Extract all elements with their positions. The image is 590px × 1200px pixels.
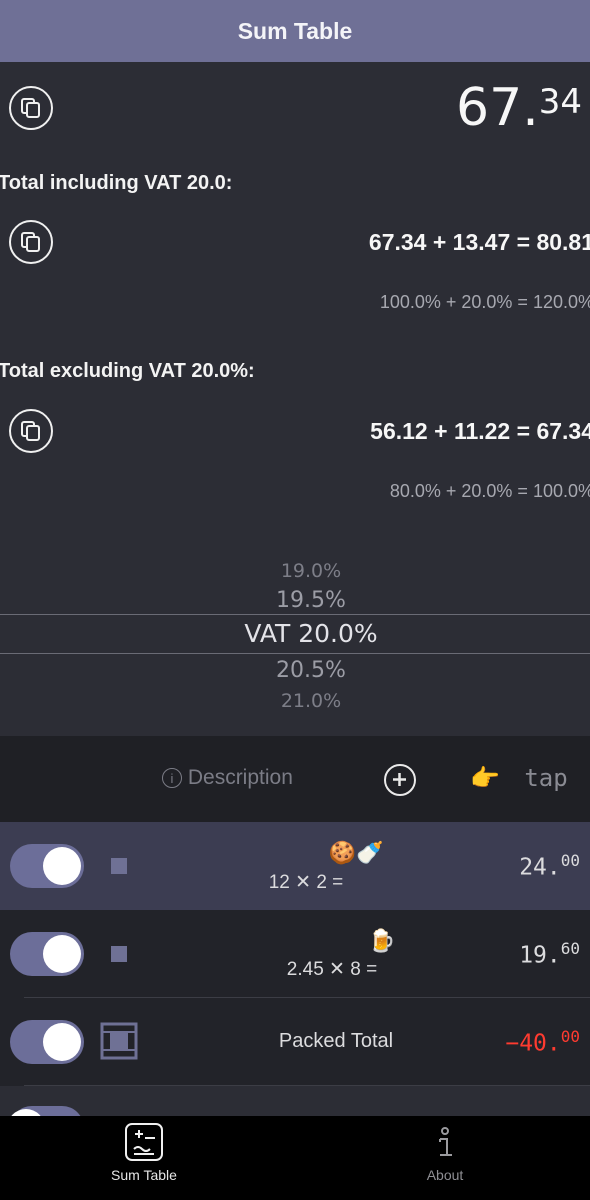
- vat-picker-selected[interactable]: VAT 20.0%: [0, 614, 590, 653]
- tab-sum-table[interactable]: Sum Table: [84, 1167, 204, 1183]
- pointing-hand-icon: 👉: [470, 764, 500, 792]
- row-label: Packed Total: [278, 1030, 394, 1052]
- row-toggle[interactable]: [10, 1020, 84, 1064]
- info-icon[interactable]: [430, 1126, 460, 1160]
- row-emoji: 🍺: [368, 928, 396, 953]
- row-divider: [24, 1085, 590, 1086]
- table-row[interactable]: [0, 910, 590, 998]
- excluding-vat-label: Total excluding VAT 20.0%:: [0, 360, 255, 382]
- row-toggle[interactable]: [10, 932, 84, 976]
- copy-icon: [21, 98, 40, 118]
- plus-icon: [393, 773, 406, 786]
- row-type-indicator[interactable]: [111, 858, 127, 874]
- table-row[interactable]: [0, 822, 590, 910]
- excluding-percent: 80.0% + 20.0% = 100.0%: [389, 481, 590, 501]
- vat-picker-option[interactable]: 20.5%: [0, 658, 590, 683]
- vat-picker-option[interactable]: 21.0%: [0, 690, 590, 708]
- packed-total-icon[interactable]: [100, 1022, 138, 1060]
- row-formula: 2.45 ✕ 8 =: [286, 959, 378, 980]
- including-equation: 67.34 + 13.47 = 80.81: [368, 229, 590, 255]
- description-button[interactable]: i Description: [162, 766, 293, 790]
- row-formula: 12 ✕ 2 =: [268, 872, 344, 893]
- tap-hint[interactable]: 👉 tap: [470, 764, 568, 792]
- excluding-equation: 56.12 + 11.22 = 67.34: [370, 418, 590, 444]
- copy-icon: [21, 421, 40, 441]
- including-percent: 100.0% + 20.0% = 120.0%: [379, 292, 590, 312]
- add-row-button[interactable]: [384, 764, 416, 796]
- copy-including-button[interactable]: [9, 220, 53, 264]
- row-value: 19.60: [519, 939, 580, 969]
- vat-picker-option[interactable]: 19.0%: [0, 560, 590, 580]
- total-value: 67.34: [456, 78, 582, 138]
- row-emoji: 🍪🍼: [328, 840, 384, 865]
- row-type-indicator[interactable]: [111, 946, 127, 962]
- sum-table-icon[interactable]: [124, 1122, 164, 1162]
- copy-total-button[interactable]: [9, 86, 53, 130]
- including-vat-label: Total including VAT 20.0:: [0, 172, 233, 194]
- row-value: 24.00: [519, 851, 580, 881]
- copy-excluding-button[interactable]: [9, 409, 53, 453]
- info-circle-icon: i: [162, 768, 182, 789]
- picker-divider: [0, 653, 590, 654]
- row-toggle[interactable]: [10, 844, 84, 888]
- row-value: −40.00: [505, 1027, 580, 1057]
- tab-bar: [0, 1116, 590, 1200]
- page-title: Sum Table: [237, 18, 353, 44]
- vat-picker-option[interactable]: 19.5%: [0, 588, 590, 613]
- copy-icon: [21, 232, 40, 252]
- tab-about[interactable]: About: [385, 1167, 505, 1183]
